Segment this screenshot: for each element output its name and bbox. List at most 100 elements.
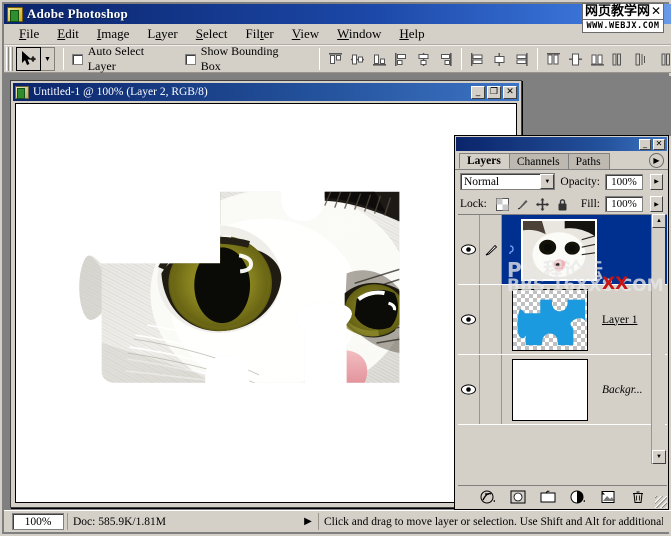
layers-panel-title-bar[interactable]: _ ✕ [456,137,667,151]
document-minimize-button[interactable]: _ [471,85,485,99]
application-title: Adobe Photoshop [27,6,128,21]
menu-bar: File Edit Image Layer Select Filter View… [4,24,671,45]
fill-input[interactable]: 100% [605,196,643,212]
distribute-right-edges-icon[interactable] [514,52,529,67]
layer-name[interactable]: Backgr... [602,384,643,396]
layer-row-background[interactable]: Backgr... [458,355,667,425]
chevron-down-icon[interactable]: ▼ [540,174,555,189]
photoshop-icon [7,6,23,22]
align-left-edges-icon[interactable] [394,52,409,67]
layer-thumbnail[interactable] [512,358,588,421]
add-layer-mask-icon[interactable] [510,490,526,504]
image-canvas[interactable] [15,103,517,503]
document-title: Untitled-1 @ 100% (Layer 2, RGB/8) [33,86,208,98]
layer-list[interactable]: Layer 1 Backgr... [458,214,667,464]
tab-layers[interactable]: Layers [459,153,510,169]
auto-select-layer-checkbox[interactable]: Auto Select Layer [72,44,171,74]
distribute-spacing-right-icon[interactable] [656,52,671,67]
menu-item-view[interactable]: View [283,25,328,43]
align-bottom-edges-icon[interactable] [372,52,387,67]
layer-row-selected[interactable] [458,215,667,285]
layer-name[interactable]: Layer 1 [602,314,637,326]
new-layer-icon[interactable] [600,490,616,504]
opacity-slider-arrow-icon[interactable]: ▶ [650,173,663,190]
lock-image-pixels-icon[interactable] [516,198,529,211]
align-buttons-group [328,52,453,67]
photoshop-application-window: Adobe Photoshop 网页教学网 ✕ WWW.WEBJX.COM Fi… [0,0,671,536]
new-group-icon[interactable] [540,490,556,504]
blend-mode-select[interactable]: Normal ▼ [460,173,556,190]
options-divider-1 [63,48,65,70]
distribute-vertical-centers-icon[interactable] [492,52,507,67]
layer-thumbnail-cell[interactable]: Backgr... [502,358,665,421]
menu-item-window[interactable]: Window [328,25,390,43]
checkbox-box[interactable] [185,53,196,65]
layer-list-scrollbar[interactable]: ▲ ▼ [651,214,666,464]
align-vertical-centers-icon[interactable] [350,52,365,67]
layer-thumbnail-cell[interactable]: Layer 1 [502,288,637,351]
document-maximize-button[interactable]: ❐ [487,85,501,99]
watermark-chinese-text: 网页教学网 ✕ [581,3,665,20]
site-watermark: 网页教学网 ✕ WWW.WEBJX.COM [579,3,667,39]
align-horizontal-centers-icon[interactable] [416,52,431,67]
delete-layer-icon[interactable] [630,490,646,504]
document-icon [15,85,29,99]
layer-style-fx-icon[interactable] [480,490,496,504]
scroll-down-button[interactable]: ▼ [652,450,666,464]
status-expand-icon[interactable]: ▶ [302,514,314,530]
scroll-up-button[interactable]: ▲ [652,214,666,228]
blue-puzzle-piece-thumbnail [517,299,586,345]
menu-item-edit[interactable]: Edit [48,25,88,43]
layer-brush-indicator[interactable] [480,215,502,284]
layer-row[interactable]: Layer 1 [458,285,667,355]
move-tool-icon[interactable] [15,47,41,71]
align-top-edges-icon[interactable] [328,52,343,67]
lock-transparent-pixels-icon[interactable] [495,197,509,211]
layer-visibility-toggle[interactable] [458,355,480,424]
distribute-horizontal-centers-icon[interactable] [568,52,583,67]
options-bar-grip[interactable] [6,47,13,71]
layer-visibility-toggle[interactable] [458,285,480,354]
workspace-background [526,76,671,136]
layer-thumbnail-cell[interactable] [502,218,597,281]
checkbox-box[interactable] [72,53,83,65]
lock-label: Lock: [460,198,487,210]
distribute-bottom-edges-icon[interactable] [590,52,605,67]
document-title-bar[interactable]: Untitled-1 @ 100% (Layer 2, RGB/8) _ ❐ ✕ [13,83,519,101]
layer-thumbnail[interactable] [512,288,588,351]
menu-item-file[interactable]: File [10,25,48,43]
layers-panel-close-button[interactable]: ✕ [653,138,665,150]
eye-icon [461,384,476,395]
opacity-input[interactable]: 100% [605,173,643,190]
panel-menu-icon[interactable]: ▶ [649,153,664,168]
layer-edit-indicator-empty[interactable] [480,285,502,354]
fill-slider-arrow-icon[interactable]: ▶ [650,196,663,212]
tab-channels[interactable]: Channels [508,153,569,169]
resize-grip[interactable] [655,496,667,508]
lock-row: Lock: Fill: 100% ▶ [455,193,668,215]
layers-panel-minimize-button[interactable]: _ [639,138,651,150]
menu-item-select[interactable]: Select [187,25,237,43]
lock-all-icon[interactable] [556,198,569,211]
menu-item-layer[interactable]: Layer [138,25,186,43]
document-close-button[interactable]: ✕ [503,85,517,99]
distribute-top-edges-icon[interactable] [546,52,561,67]
show-bounding-box-checkbox[interactable]: Show Bounding Box [185,44,297,74]
link-icon[interactable] [506,243,517,256]
tool-preset-dropdown[interactable]: ▼ [40,47,56,71]
close-icon[interactable]: ✕ [651,4,661,19]
distribute-spacing-center-icon[interactable] [634,52,649,67]
menu-item-help[interactable]: Help [390,25,433,43]
layer-visibility-toggle[interactable] [458,215,480,284]
zoom-level-input[interactable]: 100% [12,513,64,530]
distribute-left-edges-icon[interactable] [470,52,485,67]
tab-paths[interactable]: Paths [567,153,610,169]
distribute-spacing-left-icon[interactable] [612,52,627,67]
lock-position-icon[interactable] [535,197,549,211]
align-right-edges-icon[interactable] [438,52,453,67]
layer-edit-indicator-empty[interactable] [480,355,502,424]
layer-thumbnail[interactable] [521,218,597,281]
menu-item-image[interactable]: Image [88,25,139,43]
menu-item-filter[interactable]: Filter [237,25,283,43]
new-adjustment-layer-icon[interactable] [570,490,586,504]
